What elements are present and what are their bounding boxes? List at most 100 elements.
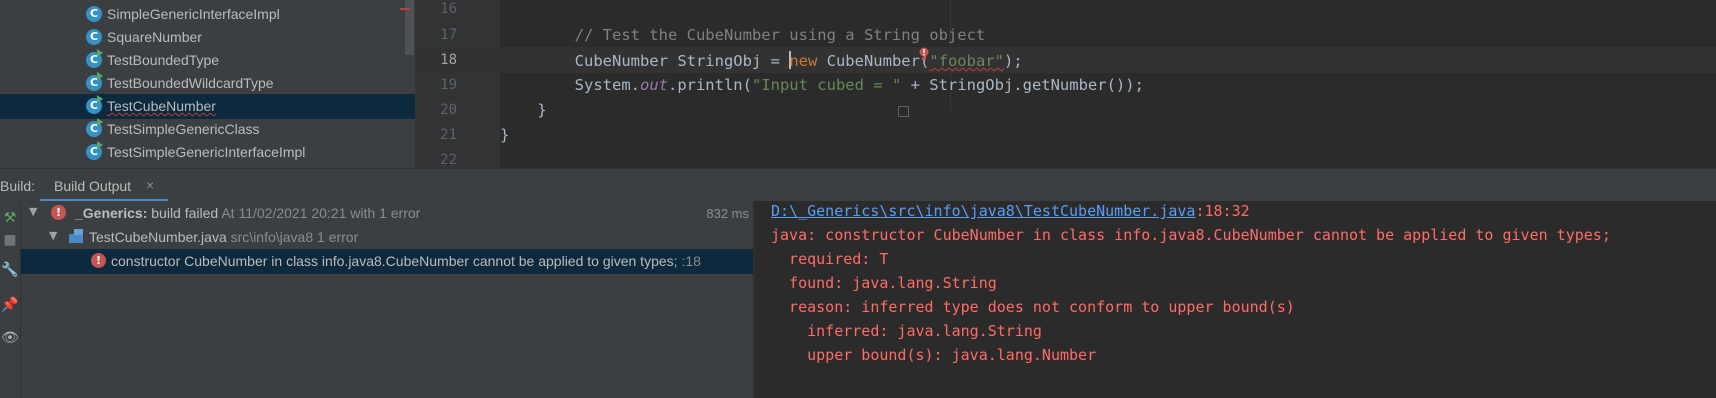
code-ctor: CubeNumber(	[817, 52, 930, 70]
error-bulb-icon[interactable]	[917, 47, 931, 61]
error-icon: !	[91, 253, 106, 268]
tree-item-label: TestCubeNumber	[107, 98, 216, 114]
line-number: 18	[440, 52, 457, 68]
build-root-text: _Generics: build failed At 11/02/2021 20…	[75, 205, 420, 221]
code-end: );	[1003, 52, 1023, 70]
code-line: 17 // Test the CubeNumber using a String…	[415, 22, 1716, 48]
build-panel: ⚒ ■ 🔧 📌 👁 ▼ ! _Generics: build failed At…	[0, 201, 1716, 398]
code-line: 16	[415, 0, 1716, 22]
tree-item[interactable]: C TestSimpleGenericClass	[0, 117, 415, 142]
error-stripe-mark	[400, 8, 410, 10]
build-error-row[interactable]: ! constructor CubeNumber in class info.j…	[21, 249, 753, 274]
build-file-row[interactable]: ▼ TestCubeNumber.java src\info\java8 1 e…	[21, 225, 753, 250]
console-line: found: java.lang.String	[771, 274, 997, 292]
chevron-down-icon[interactable]: ▼	[49, 229, 57, 242]
line-number: 21	[440, 127, 457, 143]
console-link-line: D:\_Generics\src\info\java8\TestCubeNumb…	[771, 202, 1250, 220]
tree-item[interactable]: C TestSimpleGenericInterfaceImpl	[0, 140, 415, 165]
class-icon: C	[86, 6, 102, 22]
code-string: "Input cubed = "	[751, 76, 902, 94]
console-line: java: constructor CubeNumber in class in…	[771, 226, 1611, 244]
tree-item[interactable]: C TestBoundedType	[0, 48, 415, 73]
tree-item[interactable]: C SquareNumber	[0, 25, 415, 50]
code-rest: + StringObj.getNumber());	[901, 76, 1144, 94]
java-file-icon	[69, 229, 83, 243]
build-file-count: 1 error	[317, 229, 359, 245]
code-keyword: new	[789, 52, 818, 70]
code-var: StringObj =	[667, 52, 790, 70]
build-error-text: constructor CubeNumber in class info.jav…	[111, 253, 701, 269]
console-line: upper bound(s): java.lang.Number	[771, 346, 1097, 364]
chevron-down-icon[interactable]: ▼	[29, 205, 37, 218]
build-file-text: TestCubeNumber.java src\info\java8 1 err…	[89, 229, 358, 245]
console-line: required: T	[771, 250, 889, 268]
source-link[interactable]: D:\_Generics\src\info\java8\TestCubeNumb…	[771, 202, 1195, 220]
line-number: 20	[440, 102, 457, 118]
code-sys: System.	[574, 76, 640, 94]
console-line: reason: inferred type does not conform t…	[771, 298, 1295, 316]
build-tree[interactable]: ▼ ! _Generics: build failed At 11/02/202…	[21, 201, 753, 398]
code-type: CubeNumber	[574, 52, 668, 70]
tree-item[interactable]: C SimpleGenericInterfaceImpl	[0, 2, 415, 27]
code-line-current: 18 CubeNumber StringObj = new CubeNumber…	[415, 47, 1716, 73]
tree-item-label: SquareNumber	[107, 29, 202, 45]
code-call: .println(	[667, 76, 752, 94]
source-link-suffix: :18:32	[1195, 202, 1250, 220]
build-error-line: :18	[681, 253, 701, 269]
code-line: 19 System.out.println("Input cubed = " +…	[415, 72, 1716, 98]
tree-item-label: TestBoundedType	[107, 52, 220, 68]
build-prefix-label: Build:	[0, 178, 36, 194]
close-icon[interactable]: ×	[146, 177, 154, 193]
build-root-row[interactable]: ▼ ! _Generics: build failed At 11/02/202…	[21, 201, 753, 226]
build-status: build failed	[151, 205, 219, 221]
project-tree[interactable]: C SimpleGenericInterfaceImpl C SquareNum…	[0, 0, 415, 168]
tree-item-label: TestSimpleGenericClass	[107, 121, 260, 137]
line-number: 17	[440, 27, 457, 43]
code-brace: }	[500, 126, 510, 144]
run-marker-icon	[97, 49, 103, 57]
build-project-name: _Generics:	[75, 205, 148, 221]
code-field: out	[639, 76, 668, 94]
tree-item-label: TestBoundedWildcardType	[107, 75, 274, 91]
stop-icon[interactable]: ■	[1, 231, 19, 249]
build-duration: 832 ms	[706, 206, 749, 221]
code-string-error: "foobar"	[929, 52, 1004, 70]
class-icon: C	[86, 29, 102, 45]
code-text: // Test the CubeNumber using a String ob…	[500, 26, 986, 44]
code-text: }	[500, 101, 547, 119]
console-line: inferred: java.lang.String	[771, 322, 1042, 340]
eye-icon[interactable]: 👁	[1, 329, 19, 347]
run-marker-icon	[97, 141, 103, 149]
error-icon: !	[51, 205, 66, 220]
build-tool-header: Build: Build Output ×	[0, 168, 1716, 202]
line-number: 19	[440, 77, 457, 93]
hammer-icon[interactable]: ⚒	[1, 209, 19, 227]
line-number: 22	[440, 152, 457, 168]
code-line: 21 }	[415, 122, 1716, 148]
run-marker-icon	[97, 72, 103, 80]
tab-build-output[interactable]: Build Output ×	[40, 169, 168, 202]
wrench-icon[interactable]: 🔧	[1, 261, 19, 279]
build-time-detail: At 11/02/2021 20:21 with 1 error	[221, 205, 421, 221]
build-file-path: src\info\java8	[230, 229, 314, 245]
run-marker-icon	[97, 95, 103, 103]
line-number: 16	[440, 1, 457, 17]
tree-item-selected[interactable]: C TestCubeNumber	[0, 94, 415, 119]
fold-icon[interactable]	[898, 106, 909, 117]
code-brace: }	[537, 101, 547, 119]
tree-item[interactable]: C TestBoundedWildcardType	[0, 71, 415, 96]
run-marker-icon	[97, 118, 103, 126]
code-line: 22	[415, 147, 1716, 168]
code-editor[interactable]: 16 17 // Test the CubeNumber using a Str…	[415, 0, 1716, 168]
ide-top-area: C SimpleGenericInterfaceImpl C SquareNum…	[0, 0, 1716, 168]
code-line: 20 }	[415, 97, 1716, 123]
tree-item-label: SimpleGenericInterfaceImpl	[107, 6, 280, 22]
code-text: CubeNumber StringObj = new CubeNumber("f…	[500, 51, 1023, 70]
build-console[interactable]: D:\_Generics\src\info\java8\TestCubeNumb…	[754, 201, 1716, 398]
build-error-message: constructor CubeNumber in class info.jav…	[111, 253, 678, 269]
code-comment: // Test the CubeNumber using a String ob…	[574, 26, 986, 44]
tab-label: Build Output	[54, 178, 132, 194]
build-toolbar: ⚒ ■ 🔧 📌 👁	[0, 201, 21, 398]
tree-item-label: TestSimpleGenericInterfaceImpl	[107, 144, 306, 160]
pin-icon[interactable]: 📌	[1, 296, 19, 314]
